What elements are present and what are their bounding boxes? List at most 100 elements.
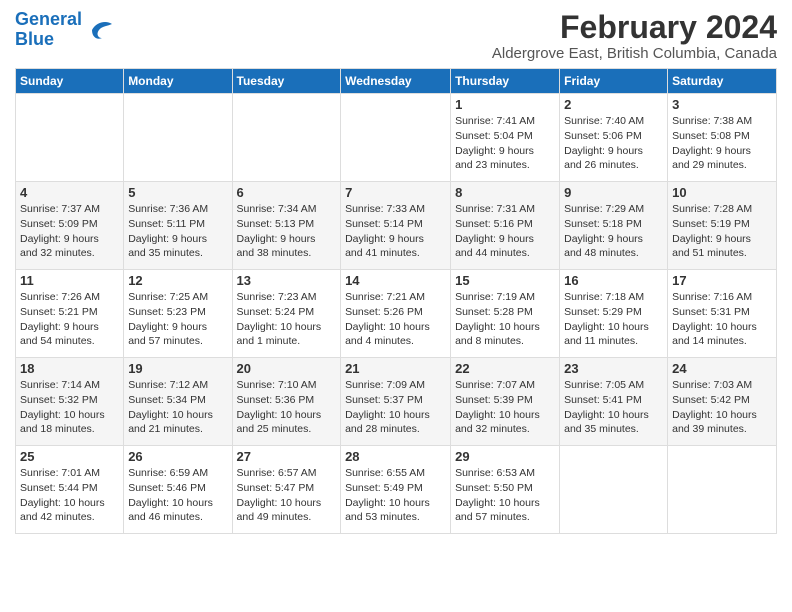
day-info: Sunrise: 7:34 AM Sunset: 5:13 PM Dayligh… [237, 202, 337, 261]
calendar-week-row: 18Sunrise: 7:14 AM Sunset: 5:32 PM Dayli… [16, 358, 777, 446]
calendar-week-row: 4Sunrise: 7:37 AM Sunset: 5:09 PM Daylig… [16, 182, 777, 270]
calendar-cell [16, 94, 124, 182]
day-number: 23 [564, 361, 663, 376]
calendar-cell: 7 Sunrise: 7:33 AM Sunset: 5:14 PM Daylig… [341, 182, 451, 270]
day-number: 2 [564, 97, 663, 112]
day-of-week-header: Saturday [668, 69, 777, 94]
day-info: Sunrise: 7:40 AM Sunset: 5:06 PM Dayligh… [564, 114, 663, 173]
calendar-cell: 12Sunrise: 7:25 AM Sunset: 5:23 PM Dayli… [124, 270, 232, 358]
page-container: General Blue February 2024 Aldergrove Ea… [0, 0, 792, 544]
day-number: 28 [345, 449, 446, 464]
calendar-cell: 17 Sunrise: 7:16 AM Sunset: 5:31 PM Dayli… [668, 270, 777, 358]
day-info: Sunrise: 7:03 AM Sunset: 5:42 PM Dayligh… [672, 378, 772, 437]
day-of-week-header: Monday [124, 69, 232, 94]
day-info: Sunrise: 7:14 AM Sunset: 5:32 PM Dayligh… [20, 378, 119, 437]
logo-text: General Blue [15, 10, 82, 50]
day-number: 7 [345, 185, 446, 200]
day-info: Sunrise: 7:19 AM Sunset: 5:28 PM Dayligh… [455, 290, 555, 349]
day-info: Sunrise: 7:36 AM Sunset: 5:11 PM Dayligh… [128, 202, 227, 261]
calendar-cell: 3Sunrise: 7:38 AM Sunset: 5:08 PM Daylig… [668, 94, 777, 182]
calendar-cell: 11 Sunrise: 7:26 AM Sunset: 5:21 PM Dayli… [16, 270, 124, 358]
title-block: February 2024 Aldergrove East, British C… [492, 10, 777, 62]
day-number: 8 [455, 185, 555, 200]
day-info: Sunrise: 7:28 AM Sunset: 5:19 PM Dayligh… [672, 202, 772, 261]
day-info: Sunrise: 7:29 AM Sunset: 5:18 PM Dayligh… [564, 202, 663, 261]
day-info: Sunrise: 7:23 AM Sunset: 5:24 PM Dayligh… [237, 290, 337, 349]
day-number: 15 [455, 273, 555, 288]
day-number: 10 [672, 185, 772, 200]
calendar-cell: 20Sunrise: 7:10 AM Sunset: 5:36 PM Dayli… [232, 358, 341, 446]
day-number: 22 [455, 361, 555, 376]
calendar-week-row: 1 Sunrise: 7:41 AM Sunset: 5:04 PM Daylig… [16, 94, 777, 182]
day-of-week-header: Sunday [16, 69, 124, 94]
calendar-cell: 27Sunrise: 6:57 AM Sunset: 5:47 PM Dayli… [232, 446, 341, 534]
day-number: 17 [672, 273, 772, 288]
day-number: 9 [564, 185, 663, 200]
day-number: 21 [345, 361, 446, 376]
calendar-cell: 22 Sunrise: 7:07 AM Sunset: 5:39 PM Dayli… [451, 358, 560, 446]
calendar-cell: 13 Sunrise: 7:23 AM Sunset: 5:24 PM Dayli… [232, 270, 341, 358]
calendar-cell: 24 Sunrise: 7:03 AM Sunset: 5:42 PM Dayli… [668, 358, 777, 446]
calendar-cell [232, 94, 341, 182]
day-number: 11 [20, 273, 119, 288]
day-info: Sunrise: 7:31 AM Sunset: 5:16 PM Dayligh… [455, 202, 555, 261]
day-of-week-header: Thursday [451, 69, 560, 94]
logo: General Blue [15, 10, 114, 50]
day-number: 16 [564, 273, 663, 288]
calendar-cell: 2 Sunrise: 7:40 AM Sunset: 5:06 PM Daylig… [560, 94, 668, 182]
calendar-cell: 4Sunrise: 7:37 AM Sunset: 5:09 PM Daylig… [16, 182, 124, 270]
calendar-week-row: 25 Sunrise: 7:01 AM Sunset: 5:44 PM Dayli… [16, 446, 777, 534]
calendar-table: SundayMondayTuesdayWednesdayThursdayFrid… [15, 68, 777, 534]
day-number: 19 [128, 361, 227, 376]
calendar-cell: 6 Sunrise: 7:34 AM Sunset: 5:13 PM Daylig… [232, 182, 341, 270]
day-number: 1 [455, 97, 555, 112]
calendar-cell: 14 Sunrise: 7:21 AM Sunset: 5:26 PM Dayli… [341, 270, 451, 358]
calendar-cell: 23 Sunrise: 7:05 AM Sunset: 5:41 PM Dayli… [560, 358, 668, 446]
day-number: 6 [237, 185, 337, 200]
day-number: 12 [128, 273, 227, 288]
day-info: Sunrise: 6:57 AM Sunset: 5:47 PM Dayligh… [237, 466, 337, 525]
day-info: Sunrise: 7:07 AM Sunset: 5:39 PM Dayligh… [455, 378, 555, 437]
calendar-cell [341, 94, 451, 182]
day-info: Sunrise: 7:16 AM Sunset: 5:31 PM Dayligh… [672, 290, 772, 349]
day-info: Sunrise: 7:09 AM Sunset: 5:37 PM Dayligh… [345, 378, 446, 437]
calendar-cell: 15 Sunrise: 7:19 AM Sunset: 5:28 PM Dayli… [451, 270, 560, 358]
calendar-cell [124, 94, 232, 182]
day-of-week-header: Friday [560, 69, 668, 94]
calendar-cell: 28 Sunrise: 6:55 AM Sunset: 5:49 PM Dayli… [341, 446, 451, 534]
day-number: 20 [237, 361, 337, 376]
day-number: 4 [20, 185, 119, 200]
day-info: Sunrise: 6:55 AM Sunset: 5:49 PM Dayligh… [345, 466, 446, 525]
header-row: SundayMondayTuesdayWednesdayThursdayFrid… [16, 69, 777, 94]
day-number: 25 [20, 449, 119, 464]
page-header: General Blue February 2024 Aldergrove Ea… [15, 10, 777, 62]
day-info: Sunrise: 7:38 AM Sunset: 5:08 PM Dayligh… [672, 114, 772, 173]
day-of-week-header: Tuesday [232, 69, 341, 94]
calendar-cell [560, 446, 668, 534]
day-info: Sunrise: 7:05 AM Sunset: 5:41 PM Dayligh… [564, 378, 663, 437]
day-info: Sunrise: 7:21 AM Sunset: 5:26 PM Dayligh… [345, 290, 446, 349]
calendar-cell: 9 Sunrise: 7:29 AM Sunset: 5:18 PM Daylig… [560, 182, 668, 270]
calendar-cell: 18Sunrise: 7:14 AM Sunset: 5:32 PM Dayli… [16, 358, 124, 446]
day-of-week-header: Wednesday [341, 69, 451, 94]
month-title: February 2024 [492, 10, 777, 45]
day-info: Sunrise: 6:59 AM Sunset: 5:46 PM Dayligh… [128, 466, 227, 525]
day-info: Sunrise: 7:12 AM Sunset: 5:34 PM Dayligh… [128, 378, 227, 437]
calendar-cell: 8 Sunrise: 7:31 AM Sunset: 5:16 PM Daylig… [451, 182, 560, 270]
day-number: 29 [455, 449, 555, 464]
day-number: 13 [237, 273, 337, 288]
logo-bird-icon [84, 18, 114, 42]
calendar-cell: 26Sunrise: 6:59 AM Sunset: 5:46 PM Dayli… [124, 446, 232, 534]
day-number: 14 [345, 273, 446, 288]
day-info: Sunrise: 7:01 AM Sunset: 5:44 PM Dayligh… [20, 466, 119, 525]
calendar-cell: 25 Sunrise: 7:01 AM Sunset: 5:44 PM Dayli… [16, 446, 124, 534]
day-number: 5 [128, 185, 227, 200]
calendar-cell: 10 Sunrise: 7:28 AM Sunset: 5:19 PM Dayli… [668, 182, 777, 270]
day-number: 24 [672, 361, 772, 376]
calendar-cell [668, 446, 777, 534]
day-info: Sunrise: 7:41 AM Sunset: 5:04 PM Dayligh… [455, 114, 555, 173]
day-info: Sunrise: 7:26 AM Sunset: 5:21 PM Dayligh… [20, 290, 119, 349]
calendar-cell: 29Sunrise: 6:53 AM Sunset: 5:50 PM Dayli… [451, 446, 560, 534]
calendar-cell: 16Sunrise: 7:18 AM Sunset: 5:29 PM Dayli… [560, 270, 668, 358]
day-info: Sunrise: 7:33 AM Sunset: 5:14 PM Dayligh… [345, 202, 446, 261]
